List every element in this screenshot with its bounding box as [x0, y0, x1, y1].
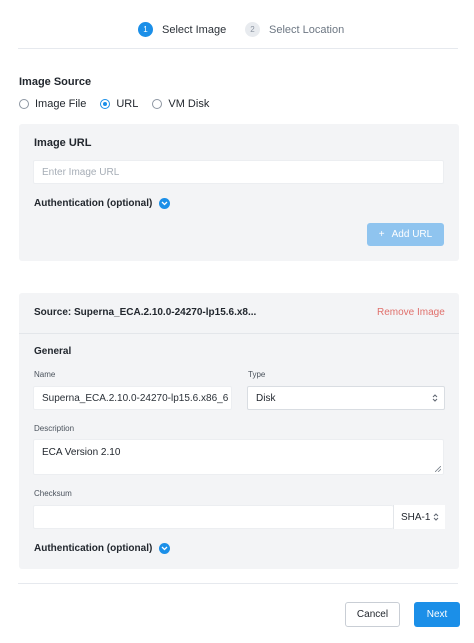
image-url-panel: Image URL Enter Image URL Authentication… [19, 124, 459, 261]
step-number-badge: 2 [245, 22, 260, 37]
image-item-panel: Source: Superna_ECA.2.10.0-24270-lp15.6.… [19, 293, 459, 569]
add-url-button[interactable]: + Add URL [367, 223, 444, 246]
type-label: Type [248, 370, 266, 379]
radio-label: VM Disk [168, 98, 210, 110]
image-url-title: Image URL [34, 137, 92, 149]
next-button[interactable]: Next [414, 602, 460, 627]
radio-image-file[interactable]: Image File [19, 98, 86, 110]
checksum-algorithm-select[interactable]: SHA-1 [393, 505, 445, 529]
checksum-input[interactable] [33, 505, 393, 529]
auth-label: Authentication (optional) [34, 198, 153, 209]
radio-selected-icon [100, 99, 111, 109]
image-source-radio-group: Image File URL VM Disk [19, 98, 223, 110]
wizard-stepper: 1 Select Image 2 Select Location [18, 0, 458, 49]
radio-vm-disk[interactable]: VM Disk [152, 98, 209, 110]
add-url-label: Add URL [391, 229, 433, 240]
remove-image-link[interactable]: Remove Image [377, 307, 445, 318]
resize-handle-icon[interactable] [435, 466, 441, 472]
type-select[interactable]: Disk [247, 386, 445, 410]
auth-label: Authentication (optional) [34, 543, 153, 554]
checksum-algo-value: SHA-1 [401, 511, 431, 523]
url-authentication-toggle[interactable]: Authentication (optional) [34, 198, 171, 209]
type-selected-value: Disk [256, 392, 276, 404]
radio-label: URL [116, 98, 139, 110]
image-source-name: Source: Superna_ECA.2.10.0-24270-lp15.6.… [34, 307, 257, 318]
description-textarea[interactable]: ECA Version 2.10 [33, 439, 444, 475]
radio-label: Image File [35, 98, 87, 110]
radio-circle-icon [152, 99, 163, 109]
chevron-down-icon [159, 543, 171, 554]
image-url-input[interactable]: Enter Image URL [33, 160, 444, 184]
step-label: Select Image [162, 23, 227, 36]
step-select-location[interactable]: 2 Select Location [245, 22, 344, 37]
image-authentication-toggle[interactable]: Authentication (optional) [34, 543, 171, 554]
image-item-header: Source: Superna_ECA.2.10.0-24270-lp15.6.… [19, 293, 459, 334]
select-updown-icon [432, 394, 438, 403]
step-label: Select Location [269, 23, 345, 36]
description-label: Description [34, 424, 75, 433]
step-select-image[interactable]: 1 Select Image [138, 22, 226, 37]
step-number-badge: 1 [138, 22, 153, 37]
cancel-button[interactable]: Cancel [345, 602, 400, 627]
name-label: Name [34, 370, 56, 379]
footer-divider [18, 583, 458, 584]
plus-icon: + [378, 229, 385, 240]
checksum-label: Checksum [34, 489, 72, 498]
general-title: General [34, 346, 72, 357]
chevron-down-icon [159, 198, 171, 209]
description-text: ECA Version 2.10 [42, 447, 121, 458]
name-input[interactable]: Superna_ECA.2.10.0-24270-lp15.6.x86_6 [33, 386, 232, 410]
image-source-title: Image Source [19, 76, 92, 88]
radio-circle-icon [19, 99, 29, 109]
select-updown-icon [433, 513, 439, 522]
radio-url[interactable]: URL [100, 98, 138, 110]
